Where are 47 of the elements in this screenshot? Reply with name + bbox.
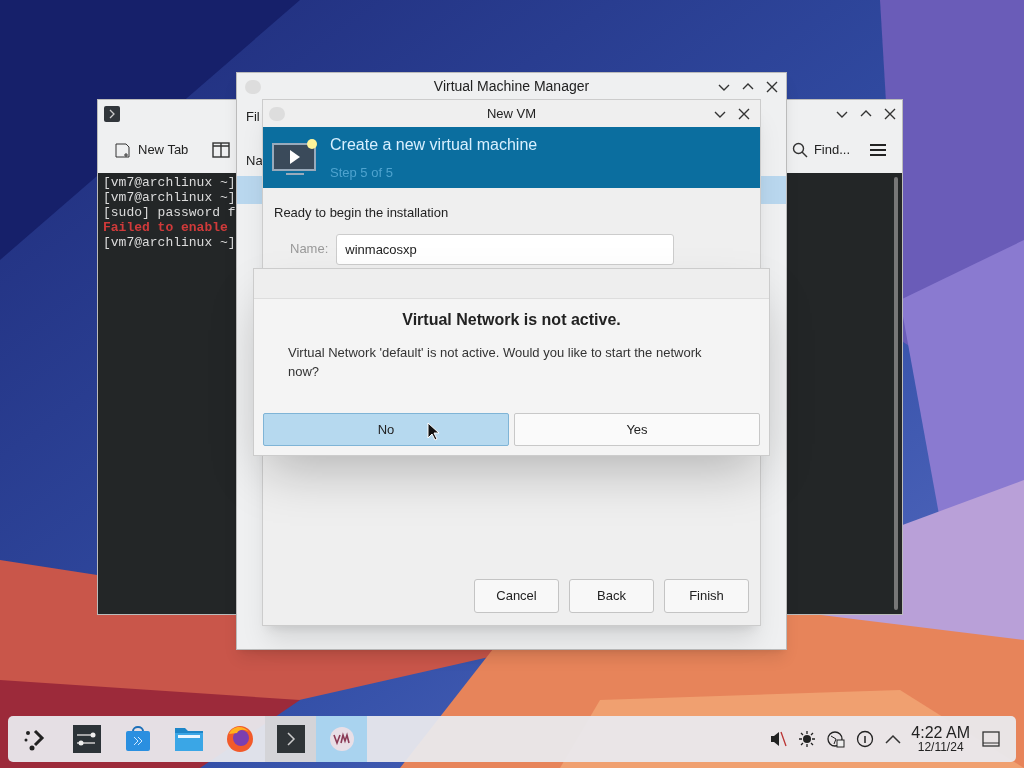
mouse-pointer-icon <box>427 422 439 441</box>
brightness-icon[interactable] <box>798 730 817 748</box>
menu-icon[interactable] <box>870 143 886 157</box>
show-desktop-icon[interactable] <box>982 731 1000 747</box>
speaker-muted-icon[interactable] <box>769 730 788 748</box>
split-view-icon[interactable] <box>212 142 231 158</box>
store-bag-icon <box>123 725 152 753</box>
dialog-message: Virtual Network 'default' is not active. Would you like to start the network now? <box>288 344 703 381</box>
wizard-button[interactable]: Back <box>569 579 654 613</box>
dialog-button[interactable]: No <box>263 413 509 446</box>
menu-item[interactable]: Fil <box>246 109 260 124</box>
terminal-line: [sudo] password f <box>103 205 236 220</box>
terminal-line: [vm7@archlinux ~] <box>103 175 236 190</box>
gauge-icon[interactable] <box>856 730 875 748</box>
new-tab-icon <box>114 141 132 159</box>
taskbar-button[interactable] <box>265 716 316 762</box>
error-line: Failed to enable <box>103 220 228 235</box>
step-label: Step 5 of 5 <box>330 163 394 182</box>
terminal-line: [vm7@archlinux ~] <box>103 190 236 205</box>
wizard-heading: Create a new virtual machine <box>330 134 538 155</box>
clock-time[interactable]: 4:22 AM <box>911 725 970 741</box>
dialog-title: Virtual Network is not active. <box>401 310 622 330</box>
clock-date[interactable]: 12/11/24 <box>917 741 964 753</box>
browser-icon <box>224 724 255 754</box>
network-icon[interactable] <box>827 730 846 748</box>
wizard-button[interactable]: Cancel <box>474 579 559 613</box>
new-tab-button[interactable]: New Tab <box>114 140 195 160</box>
close-icon[interactable] <box>766 80 778 93</box>
folder-icon <box>173 726 204 752</box>
terminal-icon <box>276 725 305 753</box>
name-field[interactable]: winmacosxp <box>336 233 675 265</box>
find-button[interactable]: Find... <box>791 140 850 160</box>
intro-text: Ready to begin the installation <box>274 205 449 220</box>
window-title: Virtual Machine Manager <box>432 77 591 96</box>
dialog-button[interactable]: Yes <box>514 413 760 446</box>
monitor-play-icon <box>272 137 318 178</box>
terminal-line: [vm7@archlinux ~] <box>103 235 236 250</box>
scrollbar[interactable] <box>894 177 898 610</box>
search-icon <box>791 142 808 158</box>
close-icon[interactable] <box>738 107 750 120</box>
column-header[interactable]: Na <box>246 152 263 168</box>
name-label: Name: <box>290 240 329 259</box>
window-title: New VM <box>485 104 538 123</box>
wizard-button[interactable]: Finish <box>664 579 749 613</box>
settings-icon <box>72 725 101 753</box>
terminal-icon <box>104 105 120 122</box>
close-icon[interactable] <box>884 107 896 120</box>
